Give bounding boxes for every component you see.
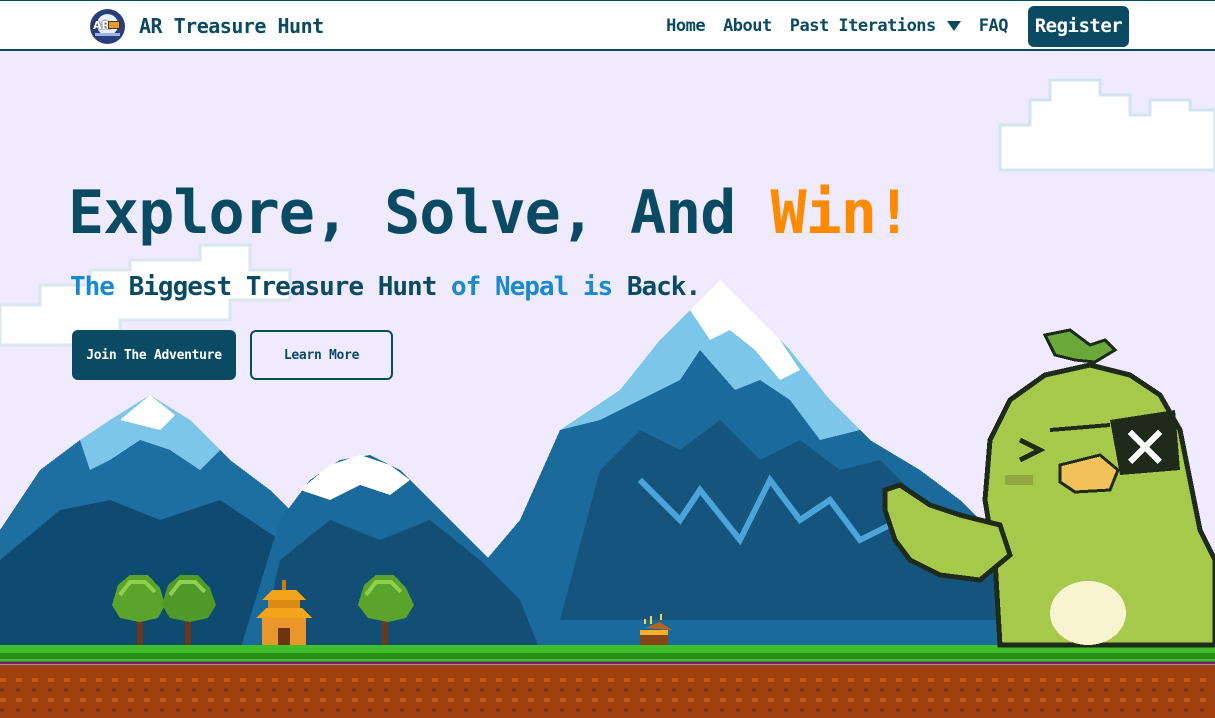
nav-faq[interactable]: FAQ xyxy=(979,16,1009,36)
treasure-chest-icon xyxy=(108,20,120,29)
chevron-down-icon xyxy=(946,21,961,31)
logo-ribbon xyxy=(95,32,120,36)
hero-title: Explore, Solve, And Win! xyxy=(68,178,912,248)
nav-past-iterations-dropdown[interactable]: Past Iterations xyxy=(790,16,961,36)
hero-subtitle-part-4: Back. xyxy=(612,272,701,302)
hero-subtitle-part-2: Biggest Treasure Hunt xyxy=(113,272,451,302)
hero-subtitle: The Biggest Treasure Hunt of Nepal is Ba… xyxy=(70,272,701,302)
nav-about[interactable]: About xyxy=(723,16,772,36)
nav-home[interactable]: Home xyxy=(666,16,705,36)
nav-past-iterations-label: Past Iterations xyxy=(789,16,937,36)
hero-landscape xyxy=(0,51,1215,718)
hero-illustration xyxy=(0,51,1215,718)
hero-subtitle-part-3: of Nepal is xyxy=(451,272,613,302)
hero-title-main: Explore, Solve, And xyxy=(68,178,771,248)
hero-title-accent: Win! xyxy=(770,178,911,248)
navbar: AR AR Treasure Hunt Home About Past Iter… xyxy=(0,0,1215,51)
hero-subtitle-part-1: The xyxy=(70,272,115,302)
logo[interactable]: AR xyxy=(90,8,125,44)
join-adventure-button[interactable]: Join The Adventure xyxy=(72,330,236,380)
brand[interactable]: AR AR Treasure Hunt xyxy=(90,8,324,44)
register-button[interactable]: Register xyxy=(1028,5,1129,47)
learn-more-button[interactable]: Learn More xyxy=(250,330,393,380)
brand-name[interactable]: AR Treasure Hunt xyxy=(139,14,324,38)
nav-links: Home About Past Iterations FAQ Register xyxy=(666,4,1129,48)
